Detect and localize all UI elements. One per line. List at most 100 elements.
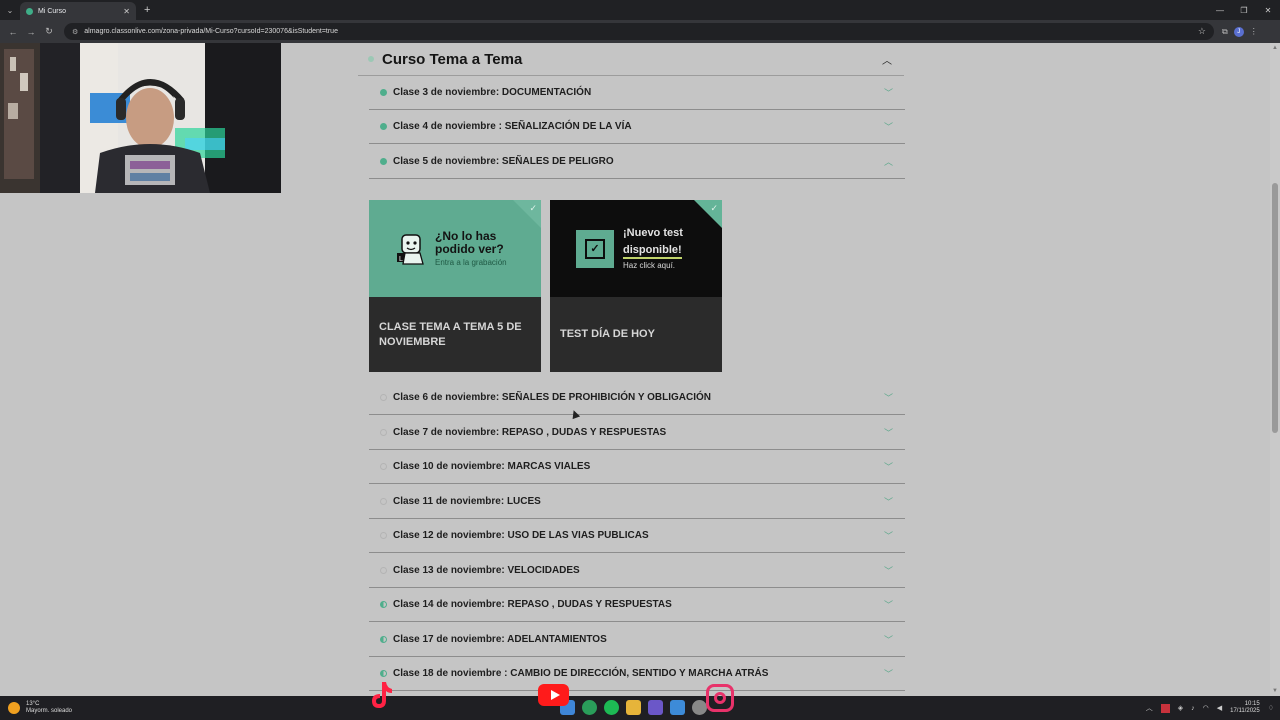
- status-pending-icon: [380, 498, 387, 505]
- spotify-icon[interactable]: [604, 700, 619, 715]
- status-pending-icon: [380, 463, 387, 470]
- status-complete-icon: [380, 89, 387, 96]
- lesson-row[interactable]: Clase 12 de noviembre: USO DE LAS VIAS P…: [369, 519, 905, 553]
- lesson-row[interactable]: Clase 13 de noviembre: VELOCIDADES ﹀: [369, 554, 905, 588]
- recording-card-banner: L ¿No lo has podido ver? Entra a la grab…: [369, 200, 541, 297]
- extensions-icon[interactable]: ⧉: [1222, 27, 1228, 37]
- weather-widget[interactable]: 13°C Mayorm. soleado: [8, 701, 72, 715]
- wifi-icon[interactable]: ◠: [1203, 704, 1209, 712]
- volume-icon[interactable]: ◀: [1217, 704, 1222, 712]
- weather-temp: 13°C: [26, 701, 40, 707]
- lesson-title: Clase 3 de noviembre: DOCUMENTACIÓN: [393, 87, 592, 98]
- youtube-play-icon: [551, 690, 560, 700]
- webcam-overlay: [0, 43, 281, 193]
- lesson-row-expanded[interactable]: Clase 5 de noviembre: SEÑALES DE PELIGRO…: [369, 145, 905, 179]
- discord-icon[interactable]: [648, 700, 663, 715]
- back-icon[interactable]: ←: [4, 27, 22, 37]
- clock[interactable]: 10:15 17/11/2025: [1230, 701, 1260, 715]
- system-tray: ︿ ◈ ♪ ◠ ◀ 10:15 17/11/2025 ♢: [1146, 696, 1274, 720]
- tab-close-icon[interactable]: ✕: [123, 7, 130, 16]
- status-complete-icon: [380, 158, 387, 165]
- bookmark-star-icon[interactable]: ☆: [1198, 26, 1206, 37]
- forward-icon[interactable]: →: [22, 27, 40, 37]
- scroll-down-icon[interactable]: ▼: [1272, 688, 1278, 694]
- chevron-down-icon[interactable]: ﹀: [884, 426, 893, 439]
- lesson-title: Clase 11 de noviembre: LUCES: [393, 496, 541, 507]
- tab-mi-curso[interactable]: Mi Curso ✕: [20, 2, 136, 20]
- settings-icon[interactable]: [692, 700, 707, 715]
- lesson-row[interactable]: Clase 10 de noviembre: MARCAS VIALES ﹀: [369, 450, 905, 484]
- chevron-up-icon[interactable]: ︿: [882, 52, 892, 67]
- lesson-title: Clase 7 de noviembre: REPASO , DUDAS Y R…: [393, 427, 667, 438]
- card-title: CLASE TEMA A TEMA 5 DE NOVIEMBRE: [379, 320, 522, 348]
- scroll-thumb[interactable]: [1272, 183, 1278, 433]
- chevron-down-icon[interactable]: ﹀: [884, 86, 893, 99]
- promo-line-2: disponible!: [623, 244, 682, 259]
- lesson-title: Clase 12 de noviembre: USO DE LAS VIAS P…: [393, 530, 649, 541]
- tray-chevron-icon[interactable]: ︿: [1146, 703, 1153, 713]
- chevron-down-icon[interactable]: ﹀: [884, 495, 893, 508]
- restore-icon[interactable]: ❐: [1232, 0, 1256, 20]
- chevron-down-icon[interactable]: ﹀: [884, 460, 893, 473]
- svg-text:L: L: [399, 256, 403, 263]
- shield-icon[interactable]: ◈: [1178, 704, 1183, 712]
- chevron-down-icon[interactable]: ﹀: [884, 667, 893, 680]
- app-icon[interactable]: [670, 700, 685, 715]
- lesson-row[interactable]: Clase 14 de noviembre: REPASO , DUDAS Y …: [369, 588, 905, 622]
- lesson-row[interactable]: Clase 17 de noviembre: ADELANTAMIENTOS ﹀: [369, 623, 905, 657]
- site-info-icon[interactable]: ⚙: [72, 28, 78, 36]
- chevron-down-icon[interactable]: ﹀: [884, 633, 893, 646]
- lesson-row[interactable]: Clase 7 de noviembre: REPASO , DUDAS Y R…: [369, 416, 905, 450]
- lesson-row[interactable]: Clase 11 de noviembre: LUCES ﹀: [369, 485, 905, 519]
- page-scrollbar[interactable]: ▲ ▼: [1270, 43, 1280, 696]
- reload-icon[interactable]: ↻: [40, 26, 58, 37]
- lesson-title: Clase 6 de noviembre: SEÑALES DE PROHIBI…: [393, 392, 712, 403]
- lesson-row[interactable]: Clase 3 de noviembre: DOCUMENTACIÓN ﹀: [369, 76, 905, 110]
- url-bar[interactable]: ⚙ almagro.classonlive.com/zona-privada/M…: [64, 23, 1214, 40]
- checkbox-icon: ✓: [576, 229, 614, 268]
- status-pending-icon: [380, 394, 387, 401]
- new-tab-button[interactable]: +: [144, 4, 150, 16]
- lesson-title: Clase 17 de noviembre: ADELANTAMIENTOS: [393, 634, 607, 645]
- lesson-title: Clase 13 de noviembre: VELOCIDADES: [393, 565, 580, 576]
- chevron-down-icon[interactable]: ﹀: [884, 391, 893, 404]
- status-partial-icon: [380, 636, 387, 643]
- taskbar: 13°C Mayorm. soleado ︿ ◈ ♪ ◠ ◀ 10:15 17/…: [0, 696, 1280, 720]
- chevron-down-icon[interactable]: ﹀: [884, 529, 893, 542]
- section-status-icon: [368, 56, 374, 62]
- test-card-banner: ✓ ¡Nuevo test disponible! Haz click aquí…: [550, 200, 722, 297]
- folder-icon[interactable]: [626, 700, 641, 715]
- chevron-down-icon[interactable]: ﹀: [884, 120, 893, 133]
- test-card[interactable]: ✓ ¡Nuevo test disponible! Haz click aquí…: [550, 200, 722, 372]
- profile-avatar[interactable]: J: [1233, 26, 1244, 37]
- promo-line-2: podido ver?: [435, 242, 504, 256]
- lesson-title: Clase 18 de noviembre : CAMBIO DE DIRECC…: [393, 668, 769, 679]
- taskbar-apps: [560, 700, 707, 715]
- promo-subtitle: Entra a la grabación: [435, 258, 507, 267]
- minimize-icon[interactable]: —: [1208, 0, 1232, 20]
- cartoon-student-icon: L: [397, 233, 424, 265]
- section-header[interactable]: Curso Tema a Tema ︿: [358, 43, 904, 76]
- recording-card[interactable]: L ¿No lo has podido ver? Entra a la grab…: [369, 200, 541, 372]
- lesson-row[interactable]: Clase 18 de noviembre : CAMBIO DE DIRECC…: [369, 657, 905, 691]
- instagram-lens-icon: [714, 692, 726, 704]
- tab-title: Mi Curso: [38, 7, 67, 15]
- menu-dots-icon[interactable]: ⋮: [1250, 27, 1258, 36]
- lesson-row[interactable]: Clase 6 de noviembre: SEÑALES DE PROHIBI…: [369, 381, 905, 415]
- lesson-row[interactable]: Clase 4 de noviembre : SEÑALIZACIÓN DE L…: [369, 110, 905, 144]
- record-icon[interactable]: [1160, 703, 1170, 713]
- close-window-icon[interactable]: ✕: [1256, 0, 1280, 20]
- chevron-up-icon[interactable]: ︿: [884, 155, 893, 168]
- browser-tab-bar: ⌄ Mi Curso ✕ + — ❐ ✕: [0, 0, 1280, 20]
- status-partial-icon: [380, 670, 387, 677]
- check-icon: ✓: [710, 203, 718, 213]
- url-text: almagro.classonlive.com/zona-privada/Mi-…: [84, 28, 338, 35]
- scroll-up-icon[interactable]: ▲: [1272, 45, 1278, 51]
- chevron-down-icon[interactable]: ﹀: [884, 564, 893, 577]
- microphone-icon[interactable]: ♪: [1191, 705, 1195, 712]
- promo-line-1: ¡Nuevo test: [623, 227, 683, 239]
- tab-search-icon[interactable]: ⌄: [0, 0, 20, 20]
- chevron-down-icon[interactable]: ﹀: [884, 598, 893, 611]
- notification-bell-icon[interactable]: ♢: [1268, 704, 1274, 712]
- chrome-icon[interactable]: [582, 700, 597, 715]
